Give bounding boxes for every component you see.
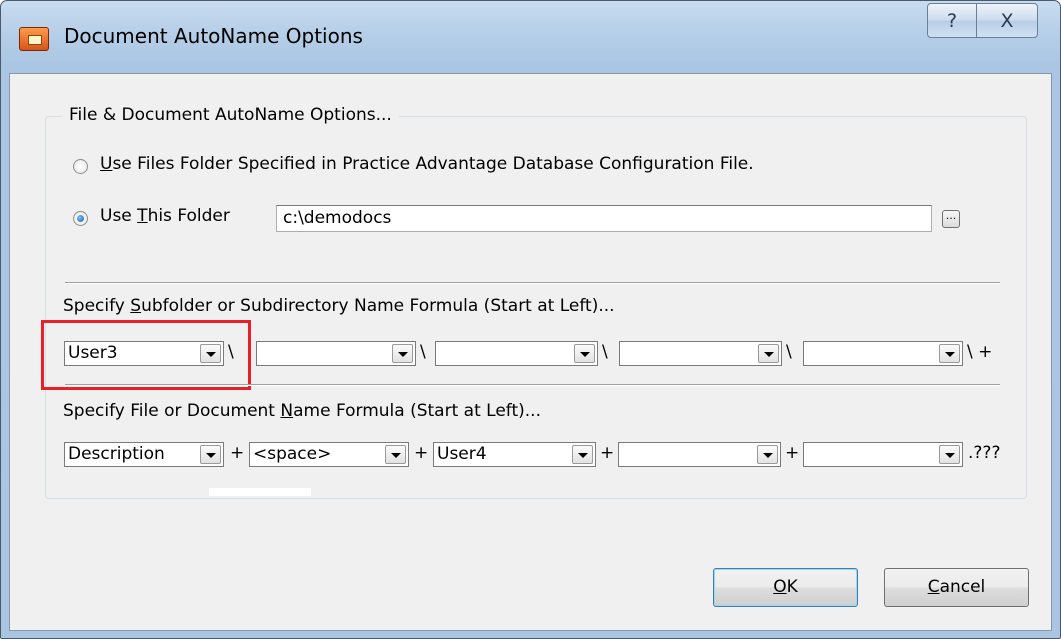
cancel-label: ancel [939,577,986,597]
radio-use-this-folder[interactable] [73,211,88,226]
white-strip [209,488,311,496]
filename-formula-label: Specify File or Document Name Formula (S… [63,401,541,421]
subfolder-label-prefix: Specify [63,296,131,316]
radio-use-this-folder-label[interactable]: Use This Folder [100,206,230,226]
browse-button[interactable]: ... [942,210,960,228]
mnemonic-u: U [100,154,113,174]
chevron-down-icon[interactable] [939,445,960,464]
mnemonic-s: S [130,296,142,316]
window-title: Document AutoName Options [64,24,363,48]
mnemonic-c: C [927,577,940,597]
subfolder-separator: \ [786,342,792,362]
combo-value: User4 [437,444,487,464]
separator-bottom [65,384,1000,386]
subfolder-combo-4[interactable] [619,341,782,366]
chevron-down-icon[interactable] [200,445,221,464]
subfolder-combo-2[interactable] [256,341,416,366]
mnemonic-t: T [137,206,148,226]
subfolder-separator: \ + [967,342,993,362]
ok-button[interactable]: OK [713,568,858,607]
dialog-window: Document AutoName Options ? X File & Doc… [0,0,1061,639]
chevron-down-icon[interactable] [572,445,593,464]
filename-combo-4[interactable] [618,442,781,467]
folder-path-input[interactable]: c:\demodocs [276,205,932,232]
filename-separator: + [230,443,245,463]
filename-separator: + [414,443,429,463]
mnemonic-n: N [280,401,294,421]
chevron-down-icon[interactable] [939,344,960,363]
cancel-button[interactable]: Cancel [884,568,1029,607]
help-button[interactable]: ? [927,3,977,38]
help-icon: ? [946,9,958,32]
app-icon [19,27,49,51]
combo-value: <space> [253,444,332,464]
filename-separator: + [785,443,800,463]
subfolder-formula-label: Specify Subfolder or Subdirectory Name F… [63,296,615,316]
option2-prefix: Use [100,206,138,226]
subfolder-combo-5[interactable] [803,341,963,366]
subfolder-combo-3[interactable] [435,341,598,366]
filename-label-prefix: Specify File or Document [63,401,281,421]
combo-value: Description [68,444,165,464]
chevron-down-icon[interactable] [385,445,406,464]
chevron-down-icon[interactable] [392,344,413,363]
option1-text: se Files Folder Specified in Practice Ad… [112,154,754,174]
chevron-down-icon[interactable] [574,344,595,363]
close-icon: X [1000,9,1014,32]
filename-separator: + [600,443,615,463]
radio-use-config-folder[interactable] [73,159,88,174]
filename-label-rest: ame Formula (Start at Left)... [293,401,541,421]
filename-combo-2[interactable]: <space> [249,442,409,467]
option2-text: his Folder [147,206,230,226]
subfolder-separator: \ [420,342,426,362]
close-button[interactable]: X [976,3,1038,38]
filename-extension: .??? [968,443,1001,463]
filename-combo-3[interactable]: User4 [433,442,596,467]
ok-label: K [786,577,798,597]
group-legend: File & Document AutoName Options... [62,105,399,125]
dialog-client-area: File & Document AutoName Options... Use … [9,73,1052,631]
subfolder-separator: \ [602,342,608,362]
chevron-down-icon[interactable] [757,445,778,464]
mnemonic-o: O [773,577,787,597]
radio-use-config-folder-label[interactable]: Use Files Folder Specified in Practice A… [100,154,754,174]
chevron-down-icon[interactable] [758,344,779,363]
filename-combo-5[interactable] [803,442,963,467]
separator-top [65,282,1000,284]
highlight-box [41,320,251,390]
title-bar: Document AutoName Options ? X [1,1,1060,71]
filename-combo-1[interactable]: Description [64,442,224,467]
subfolder-label-rest: ubfolder or Subdirectory Name Formula (S… [141,296,615,316]
